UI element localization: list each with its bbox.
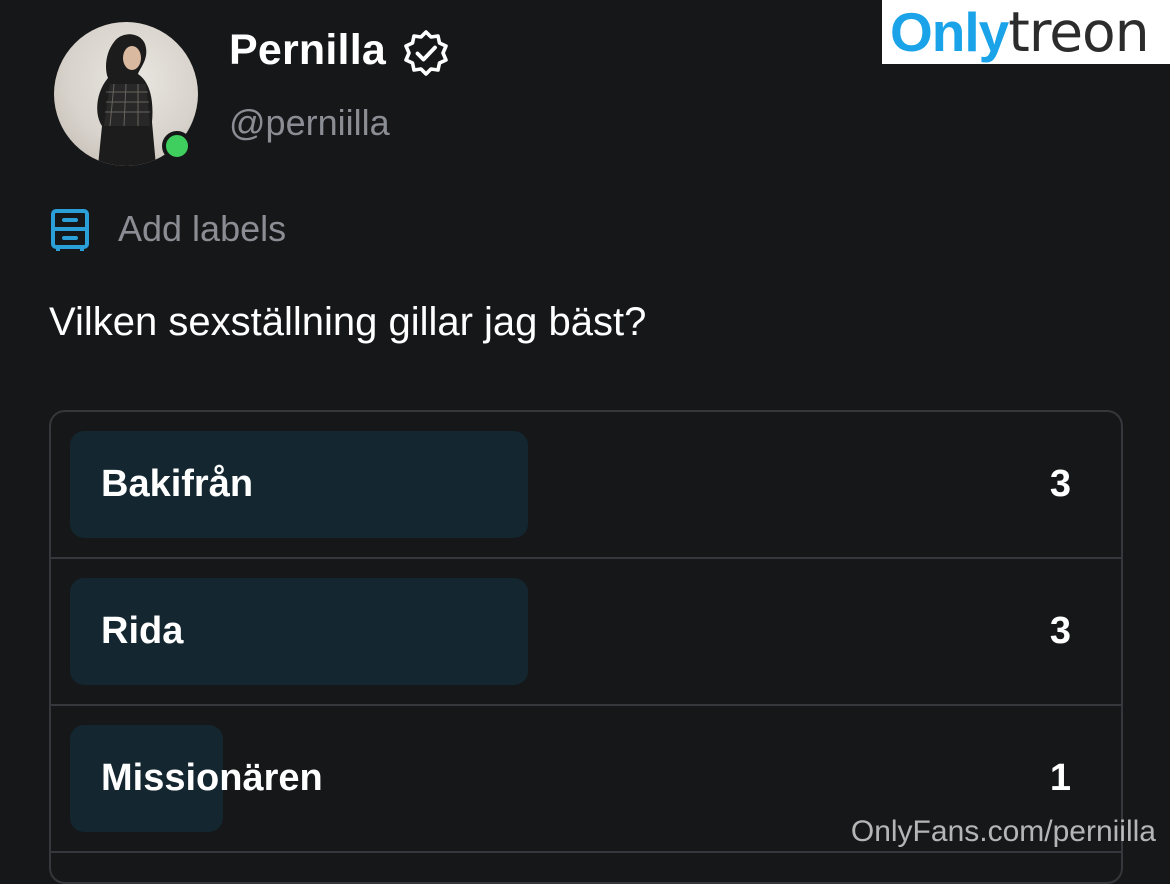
online-status-indicator	[162, 131, 192, 161]
onlyfans-url-watermark: OnlyFans.com/perniilla	[850, 815, 1156, 848]
onlytreon-watermark-logo: Onlytreon	[882, 0, 1170, 64]
poll-option[interactable]: Rida 3	[51, 559, 1121, 706]
poll-option-label: Bakifrån	[101, 463, 254, 505]
watermark-logo-part2: treon	[1008, 0, 1149, 64]
add-labels-label: Add labels	[118, 208, 287, 249]
poll-question: Vilken sexställning gillar jag bäst?	[49, 300, 647, 344]
poll-option-label: Rida	[101, 610, 184, 652]
profile-handle[interactable]: @perniilla	[229, 102, 390, 144]
watermark-logo-part1: Only	[890, 1, 1009, 63]
poll-option-label: Missionären	[101, 757, 323, 799]
poll-option[interactable]: Bakifrån 3	[51, 412, 1121, 559]
poll-card: Bakifrån 3 Rida 3 Missionären 1	[49, 410, 1123, 884]
add-labels-button[interactable]: Add labels	[50, 204, 286, 254]
verified-badge-icon	[404, 30, 448, 76]
poll-option-count: 3	[1049, 610, 1071, 652]
label-drawer-icon	[51, 209, 89, 251]
poll-option-count: 3	[1049, 463, 1071, 505]
profile-display-name[interactable]: Pernilla	[229, 26, 386, 75]
